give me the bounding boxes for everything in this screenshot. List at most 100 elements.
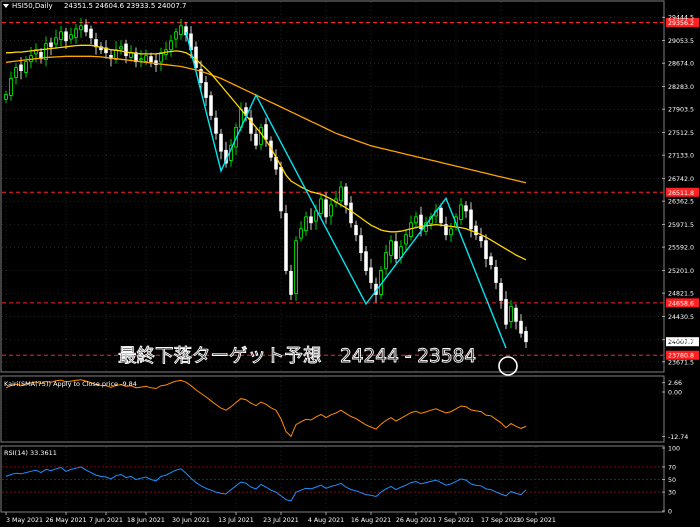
candle-body bbox=[369, 267, 373, 283]
kairi-tick-label: -12.74 bbox=[668, 434, 688, 441]
rsi-panel-frame bbox=[0, 445, 665, 513]
price-tick-label: 29053.5 bbox=[668, 38, 694, 45]
price-tick-label: 23671.5 bbox=[668, 359, 694, 366]
time-tick-label: 16 Aug 2021 bbox=[351, 517, 391, 524]
candle-body bbox=[394, 241, 398, 260]
time-tick-label: 30 Sep 2021 bbox=[516, 517, 556, 524]
candle-body bbox=[69, 34, 73, 40]
candle-body bbox=[364, 251, 368, 271]
candle-body bbox=[404, 234, 408, 245]
candle-body bbox=[464, 205, 468, 212]
candle-body bbox=[314, 210, 318, 222]
time-tick-label: 4 Aug 2021 bbox=[308, 517, 344, 524]
candle-body bbox=[194, 46, 198, 69]
candle-body bbox=[354, 225, 358, 236]
chart-svg[interactable]: 29356.226511.824658.623780.824007.7 2944… bbox=[0, 0, 700, 527]
candle-body bbox=[324, 199, 328, 218]
candle-body bbox=[9, 77, 13, 96]
candle-body bbox=[59, 31, 63, 40]
kairi-indicator: 2.66 0.00 -12.74 bbox=[5, 379, 688, 441]
candle-body bbox=[449, 228, 453, 236]
chart-window: 29356.2 26511.8 24658.6 23780.8 24007.7 2944… bbox=[0, 0, 700, 527]
candle-body bbox=[489, 256, 493, 265]
price-tick-label: 27133.0 bbox=[668, 153, 694, 160]
candle-body bbox=[414, 216, 418, 224]
kairi-tick-label: 2.66 bbox=[668, 380, 682, 387]
price-line-tag-label: 24658.6 bbox=[668, 300, 694, 307]
rsi-indicator: 100 70 50 30 0 bbox=[2, 446, 680, 516]
price-tick-label: 29444.5 bbox=[668, 15, 694, 22]
price-tick-label: 24821.5 bbox=[668, 291, 694, 298]
candle-body bbox=[319, 198, 323, 214]
time-axis: 3 May 2021 26 May 2021 7 Jun 2021 18 Jun 20… bbox=[5, 512, 556, 524]
rsi-tick-label: 70 bbox=[668, 464, 676, 471]
candle-body bbox=[524, 331, 528, 343]
rsi-tick-label: 30 bbox=[668, 490, 676, 497]
candle-body bbox=[124, 43, 128, 57]
candle-body bbox=[279, 166, 283, 212]
grid-lines bbox=[2, 2, 664, 512]
rsi-tick-label: 0 bbox=[668, 509, 672, 516]
time-tick-label: 26 Aug 2021 bbox=[396, 517, 436, 524]
kairi-tick-label: 0.00 bbox=[668, 390, 682, 397]
target-forecast-annotation: 最終下落ターゲット予想 24244 - 23584 bbox=[118, 346, 476, 367]
candle-body bbox=[494, 266, 498, 283]
candle-body bbox=[309, 216, 313, 224]
candle-body bbox=[64, 31, 68, 42]
time-tick-label: 23 Jul 2021 bbox=[263, 517, 299, 524]
rsi-line bbox=[5, 466, 527, 502]
candle-body bbox=[219, 133, 223, 152]
candle-body bbox=[479, 236, 483, 242]
time-tick-label: 17 Sep 2021 bbox=[481, 517, 521, 524]
candle-body bbox=[389, 240, 393, 256]
candle-body bbox=[484, 240, 488, 260]
price-line-tag-label: 26511.8 bbox=[668, 190, 694, 197]
price-tick-label: 27512.5 bbox=[668, 130, 694, 137]
symbol-label: HSI50,Daily bbox=[12, 2, 53, 10]
price-tick-label: 28674.0 bbox=[668, 61, 694, 68]
moving-averages bbox=[5, 44, 527, 261]
candle-body bbox=[264, 124, 268, 140]
candle-body bbox=[329, 204, 333, 217]
candle-body bbox=[344, 186, 348, 206]
candle-body bbox=[144, 55, 148, 62]
candle-body bbox=[84, 24, 88, 33]
candle-body bbox=[299, 228, 303, 239]
candle-body bbox=[214, 117, 218, 134]
time-tick-label: 30 Jun 2021 bbox=[172, 517, 210, 524]
candle-body bbox=[19, 64, 23, 72]
candle-body bbox=[89, 28, 93, 39]
candle-body bbox=[204, 82, 208, 98]
time-tick-label: 3 May 2021 bbox=[6, 517, 43, 524]
candle-body bbox=[339, 186, 343, 202]
time-tick-label: 13 Jul 2021 bbox=[218, 517, 254, 524]
time-tick-label: 26 May 2021 bbox=[45, 517, 86, 524]
collapse-triangle-icon[interactable] bbox=[3, 4, 9, 8]
kairi-line bbox=[5, 379, 527, 438]
price-tick-label: 25201.0 bbox=[668, 268, 694, 275]
candle-body bbox=[289, 271, 293, 295]
candle-body bbox=[514, 307, 518, 322]
price-tick-label: 27903.5 bbox=[668, 107, 694, 114]
price-tick-label: 24040.5 bbox=[668, 337, 694, 344]
candle-body bbox=[24, 61, 28, 73]
candle-body bbox=[284, 213, 288, 271]
candle-body bbox=[174, 31, 178, 40]
candle-body bbox=[459, 204, 463, 220]
candle-body bbox=[509, 305, 513, 322]
candle-body bbox=[179, 25, 183, 35]
candle-body bbox=[504, 299, 508, 325]
rsi-tick-label: 100 bbox=[668, 446, 680, 453]
rsi-title: RSI(14) 33.3611 bbox=[4, 449, 57, 457]
time-tick-label: 7 Jun 2021 bbox=[89, 517, 123, 524]
price-tick-label: 26362.5 bbox=[668, 199, 694, 206]
time-tick-label: 18 Jun 2021 bbox=[127, 517, 165, 524]
price-tick-label: 28283.0 bbox=[668, 84, 694, 91]
price-tick-label: 26742.0 bbox=[668, 176, 694, 183]
candle-body bbox=[519, 320, 523, 334]
rsi-tick-label: 50 bbox=[668, 477, 676, 484]
candle-body bbox=[54, 37, 58, 45]
candle-body bbox=[259, 126, 263, 145]
candlesticks bbox=[4, 17, 528, 349]
ma-fast-line bbox=[6, 44, 527, 261]
